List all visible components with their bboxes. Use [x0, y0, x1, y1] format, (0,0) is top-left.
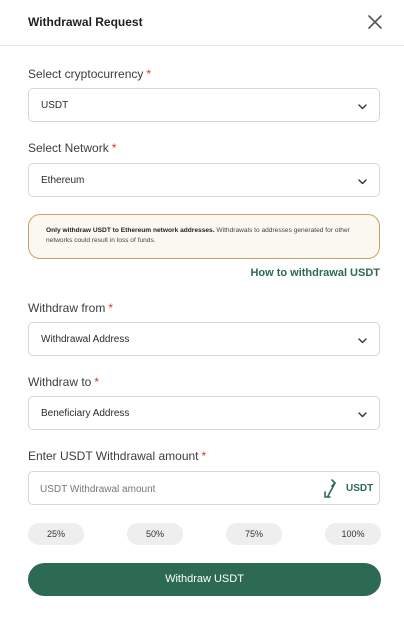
- amount-label-text: Enter USDT Withdrawal amount: [28, 449, 199, 463]
- chevron-down-icon: [358, 338, 367, 344]
- amount-label: Enter USDT Withdrawal amount *: [28, 449, 206, 463]
- percent-100-button[interactable]: 100%: [325, 523, 381, 545]
- amount-input[interactable]: [40, 480, 310, 498]
- chevron-down-icon: [358, 179, 367, 185]
- close-icon[interactable]: [365, 12, 385, 32]
- percent-75-button[interactable]: 75%: [226, 523, 282, 545]
- percent-25-button[interactable]: 25%: [28, 523, 84, 545]
- withdraw-to-select[interactable]: Beneficiary Address: [28, 396, 380, 430]
- network-warning-notice: Only withdraw USDT to Ethereum network a…: [28, 214, 380, 259]
- required-marker: *: [146, 67, 152, 81]
- withdraw-from-label: Withdraw from *: [28, 301, 113, 315]
- amount-field: USDT: [28, 471, 380, 505]
- crypto-select-value: USDT: [41, 100, 69, 111]
- withdraw-to-label-text: Withdraw to: [28, 375, 92, 389]
- withdraw-to-value: Beneficiary Address: [41, 408, 130, 419]
- crypto-select[interactable]: USDT: [28, 88, 380, 122]
- dialog-header: Withdrawal Request: [0, 0, 404, 46]
- chevron-down-icon: [358, 104, 367, 110]
- withdraw-from-value: Withdrawal Address: [41, 334, 130, 345]
- notice-bold-text: Only withdraw USDT to Ethereum network a…: [46, 227, 215, 234]
- required-marker: *: [111, 141, 117, 155]
- network-label: Select Network *: [28, 141, 116, 155]
- swap-arrows-icon[interactable]: [321, 477, 339, 501]
- network-select-value: Ethereum: [41, 175, 85, 186]
- amount-unit: USDT: [346, 483, 374, 494]
- network-select[interactable]: Ethereum: [28, 163, 380, 197]
- crypto-label-text: Select cryptocurrency: [28, 67, 144, 81]
- required-marker: *: [108, 301, 114, 315]
- dialog-title: Withdrawal Request: [28, 15, 143, 29]
- withdraw-from-label-text: Withdraw from: [28, 301, 106, 315]
- chevron-down-icon: [358, 412, 367, 418]
- required-marker: *: [94, 375, 100, 389]
- network-label-text: Select Network: [28, 141, 109, 155]
- crypto-label: Select cryptocurrency *: [28, 67, 151, 81]
- withdraw-from-select[interactable]: Withdrawal Address: [28, 322, 380, 356]
- withdraw-to-label: Withdraw to *: [28, 375, 99, 389]
- percent-50-button[interactable]: 50%: [127, 523, 183, 545]
- required-marker: *: [201, 449, 207, 463]
- withdraw-submit-button[interactable]: Withdraw USDT: [28, 563, 381, 596]
- how-to-withdraw-link[interactable]: How to withdrawal USDT: [250, 267, 380, 279]
